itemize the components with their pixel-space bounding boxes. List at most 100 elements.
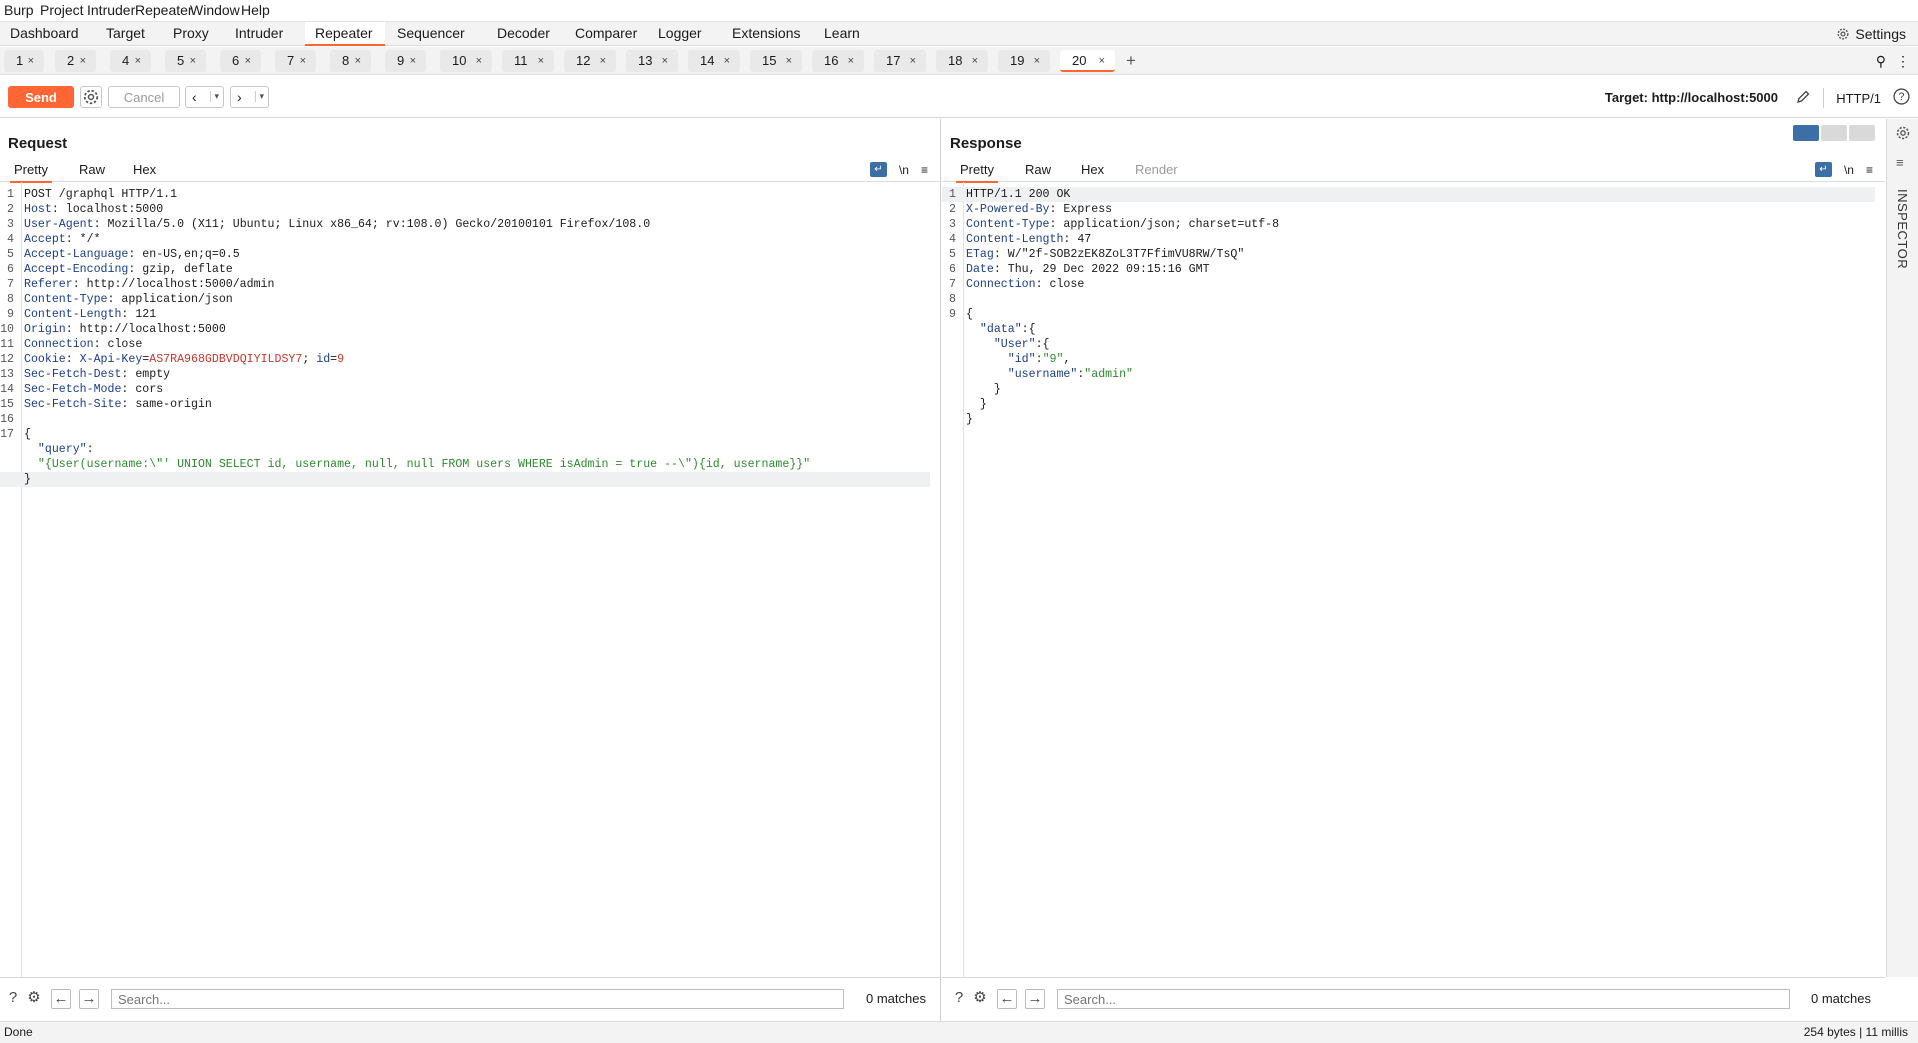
close-icon[interactable]: × [300,50,306,72]
tab-learn[interactable]: Learn [814,22,874,46]
close-icon[interactable]: × [245,50,251,72]
close-icon[interactable]: × [135,50,141,72]
repeater-tab-17[interactable]: 17 × [874,50,926,72]
tab-decoder[interactable]: Decoder [487,22,559,46]
close-icon[interactable]: × [600,50,606,72]
menu-repeater[interactable]: Repeater [135,2,193,18]
more-options-icon[interactable]: ⋮ [1896,53,1910,70]
send-button[interactable]: Send [8,86,74,108]
close-icon[interactable]: × [1034,50,1040,72]
gear-icon[interactable] [1895,125,1911,144]
close-icon[interactable]: × [80,50,86,72]
layout-side-by-side-button[interactable] [1793,125,1819,141]
repeater-tab-10[interactable]: 10 × [440,50,492,72]
tab-intruder[interactable]: Intruder [225,22,297,46]
view-tab-render[interactable]: Render [1131,162,1182,181]
close-icon[interactable]: × [476,50,482,72]
request-code[interactable]: 1 POST /graphql HTTP/1.1 2 Host: localhost:… [0,187,930,487]
repeater-tab-16[interactable]: 16 × [812,50,864,72]
inspector-toggle[interactable]: INSPECTOR [1895,189,1910,269]
arrow-left-icon[interactable]: ← [51,989,71,1009]
tab-comparer[interactable]: Comparer [565,22,641,46]
add-tab-icon[interactable]: + [1126,51,1136,71]
arrow-left-icon[interactable]: ← [997,989,1017,1009]
view-tab-hex[interactable]: Hex [1077,162,1108,181]
send-options-button[interactable] [80,86,102,108]
close-icon[interactable]: × [848,50,854,72]
repeater-tab-7[interactable]: 7 × [275,50,316,72]
edit-target-icon[interactable] [1795,89,1811,108]
list-icon[interactable]: ≡ [1896,155,1904,170]
menu-window[interactable]: Window [190,2,240,18]
tab-extensions[interactable]: Extensions [722,22,806,46]
chevron-down-icon[interactable]: ▾ [210,91,219,102]
view-tab-pretty[interactable]: Pretty [10,162,52,183]
tab-sequencer[interactable]: Sequencer [387,22,479,46]
repeater-tab-2[interactable]: 2 × [55,50,96,72]
close-icon[interactable]: × [538,50,544,72]
close-icon[interactable]: × [190,50,196,72]
help-icon[interactable]: ? [4,989,22,1007]
cancel-button[interactable]: Cancel [108,86,180,108]
help-icon[interactable]: ? [950,989,968,1007]
repeater-tab-8[interactable]: 8 × [330,50,371,72]
repeater-tab-5[interactable]: 5 × [165,50,206,72]
arrow-right-icon[interactable]: → [1025,989,1045,1009]
view-tab-hex[interactable]: Hex [129,162,160,181]
history-back-button[interactable]: ‹ ▾ [185,86,224,108]
http-version-button[interactable]: HTTP/1 [1836,91,1881,106]
response-code[interactable]: 1 HTTP/1.1 200 OK 2 X-Powered-By: Express 3 C… [942,187,1875,427]
menu-project[interactable]: Project [40,2,84,18]
close-icon[interactable]: × [1099,50,1105,72]
repeater-tab-15[interactable]: 15 × [750,50,802,72]
repeater-tab-6[interactable]: 6 × [220,50,261,72]
close-icon[interactable]: × [786,50,792,72]
view-tab-pretty[interactable]: Pretty [956,162,998,183]
repeater-tab-9[interactable]: 9 × [385,50,426,72]
menu-intruder[interactable]: Intruder [87,2,135,18]
close-icon[interactable]: × [28,50,34,72]
tab-proxy[interactable]: Proxy [163,22,219,46]
close-icon[interactable]: × [662,50,668,72]
history-forward-button[interactable]: › ▾ [230,86,269,108]
repeater-tab-14[interactable]: 14 × [688,50,740,72]
settings-button[interactable]: Settings [1836,26,1906,42]
gear-icon[interactable]: ⚙ [971,989,989,1007]
menu-burp[interactable]: Burp [4,2,34,18]
close-icon[interactable]: × [910,50,916,72]
repeater-tab-19[interactable]: 19 × [998,50,1050,72]
repeater-tab-18[interactable]: 18 × [936,50,988,72]
gear-icon[interactable]: ⚙ [25,989,43,1007]
tab-logger[interactable]: Logger [648,22,715,46]
help-icon[interactable]: ? [1893,88,1910,108]
view-tab-raw[interactable]: Raw [75,162,109,181]
close-icon[interactable]: × [410,50,416,72]
repeater-tab-12[interactable]: 12 × [564,50,616,72]
tab-dashboard[interactable]: Dashboard [0,22,86,46]
word-wrap-icon[interactable]: ↵ [1814,162,1832,177]
chevron-down-icon[interactable]: ▾ [255,91,264,102]
repeater-tab-1[interactable]: 1 × [4,50,44,72]
arrow-right-icon[interactable]: → [79,989,99,1009]
close-icon[interactable]: × [724,50,730,72]
show-newlines-toggle[interactable]: \n [899,163,909,177]
close-icon[interactable]: × [972,50,978,72]
search-icon[interactable]: ⚲ [1876,53,1886,70]
repeater-tab-11[interactable]: 11 × [502,50,554,72]
close-icon[interactable]: × [355,50,361,72]
word-wrap-icon[interactable]: ↵ [869,162,887,177]
request-editor[interactable]: 1 POST /graphql HTTP/1.1 2 Host: localhost:… [0,182,940,977]
view-tab-raw[interactable]: Raw [1021,162,1055,181]
response-search-input[interactable] [1057,989,1790,1009]
response-editor[interactable]: 1 HTTP/1.1 200 OK 2 X-Powered-By: Express 3 C… [942,182,1885,977]
menu-help[interactable]: Help [241,2,270,18]
tab-repeater[interactable]: Repeater [305,22,385,46]
layout-stacked-button[interactable] [1821,125,1847,141]
request-search-input[interactable] [111,989,844,1009]
repeater-tab-4[interactable]: 4 × [110,50,151,72]
hamburger-menu-icon[interactable]: ≡ [921,163,928,177]
repeater-tab-13[interactable]: 13 × [626,50,678,72]
hamburger-menu-icon[interactable]: ≡ [1866,163,1873,177]
show-newlines-toggle[interactable]: \n [1844,163,1854,177]
repeater-tab-20[interactable]: 20 × [1060,50,1115,72]
